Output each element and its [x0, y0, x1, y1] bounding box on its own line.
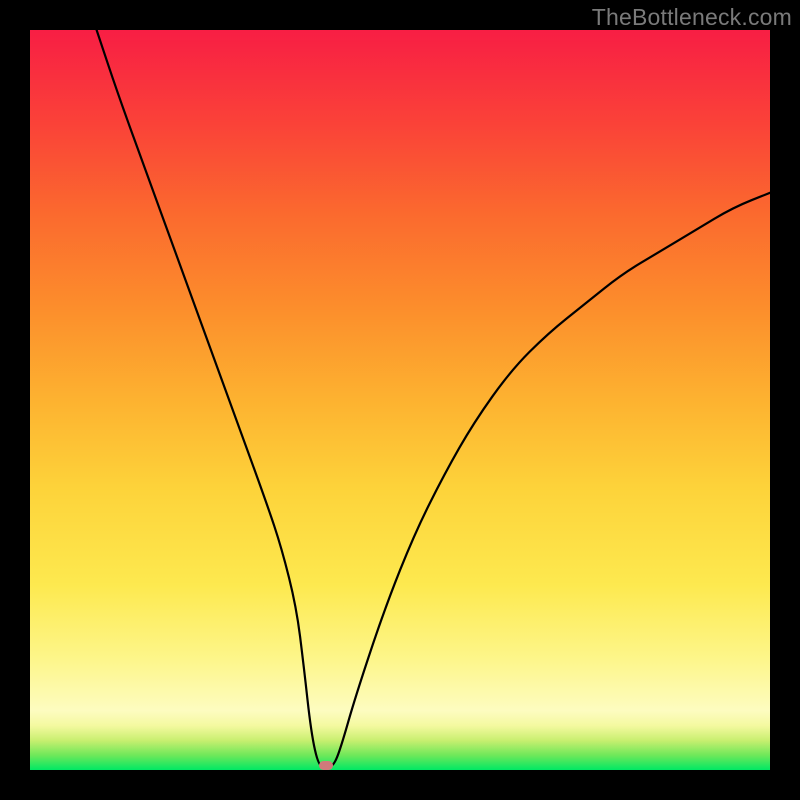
- optimal-point-marker: [319, 761, 333, 770]
- chart-frame: TheBottleneck.com: [0, 0, 800, 800]
- plot-area: [30, 30, 770, 770]
- watermark-text: TheBottleneck.com: [592, 4, 792, 31]
- bottleneck-curve: [30, 30, 770, 770]
